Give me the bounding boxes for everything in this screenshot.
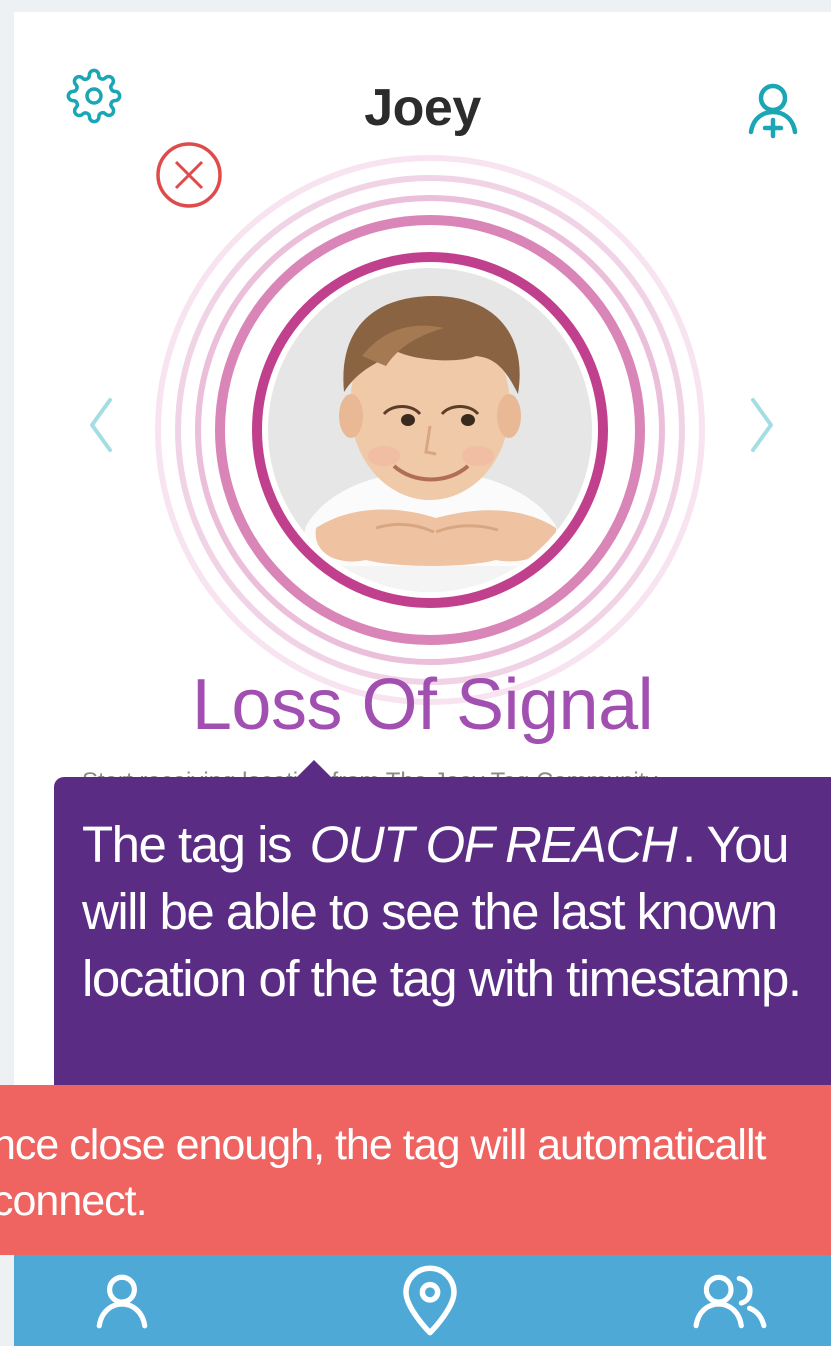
tooltip-prefix: The tag is (82, 816, 292, 873)
profile-photo (268, 268, 592, 592)
tab-bar (14, 1255, 831, 1346)
add-user-button[interactable] (741, 78, 805, 142)
chevron-left-icon[interactable] (82, 390, 122, 460)
close-icon[interactable] (154, 140, 224, 210)
info-tooltip: The tag is OUT OF REACH. You will be abl… (54, 777, 831, 1093)
users-icon (693, 1274, 767, 1329)
banner-text: nce close enough, the tag will automatic… (0, 1121, 766, 1225)
page-title: Joey (364, 79, 481, 137)
tooltip-highlight: OUT OF REACH (309, 816, 678, 873)
info-banner: nce close enough, the tag will automatic… (0, 1085, 831, 1255)
tab-community[interactable] (690, 1261, 770, 1341)
chevron-right-icon[interactable] (741, 390, 781, 460)
tab-location[interactable] (390, 1261, 470, 1341)
user-icon (96, 1274, 148, 1329)
add-user-icon (748, 83, 798, 139)
signal-status: Loss Of Signal (191, 665, 654, 745)
tooltip-text: The tag is OUT OF REACH. You will be abl… (82, 811, 815, 1012)
location-pin-icon (403, 1265, 457, 1336)
tab-profile[interactable] (82, 1261, 162, 1341)
tooltip-pointer (296, 760, 332, 778)
